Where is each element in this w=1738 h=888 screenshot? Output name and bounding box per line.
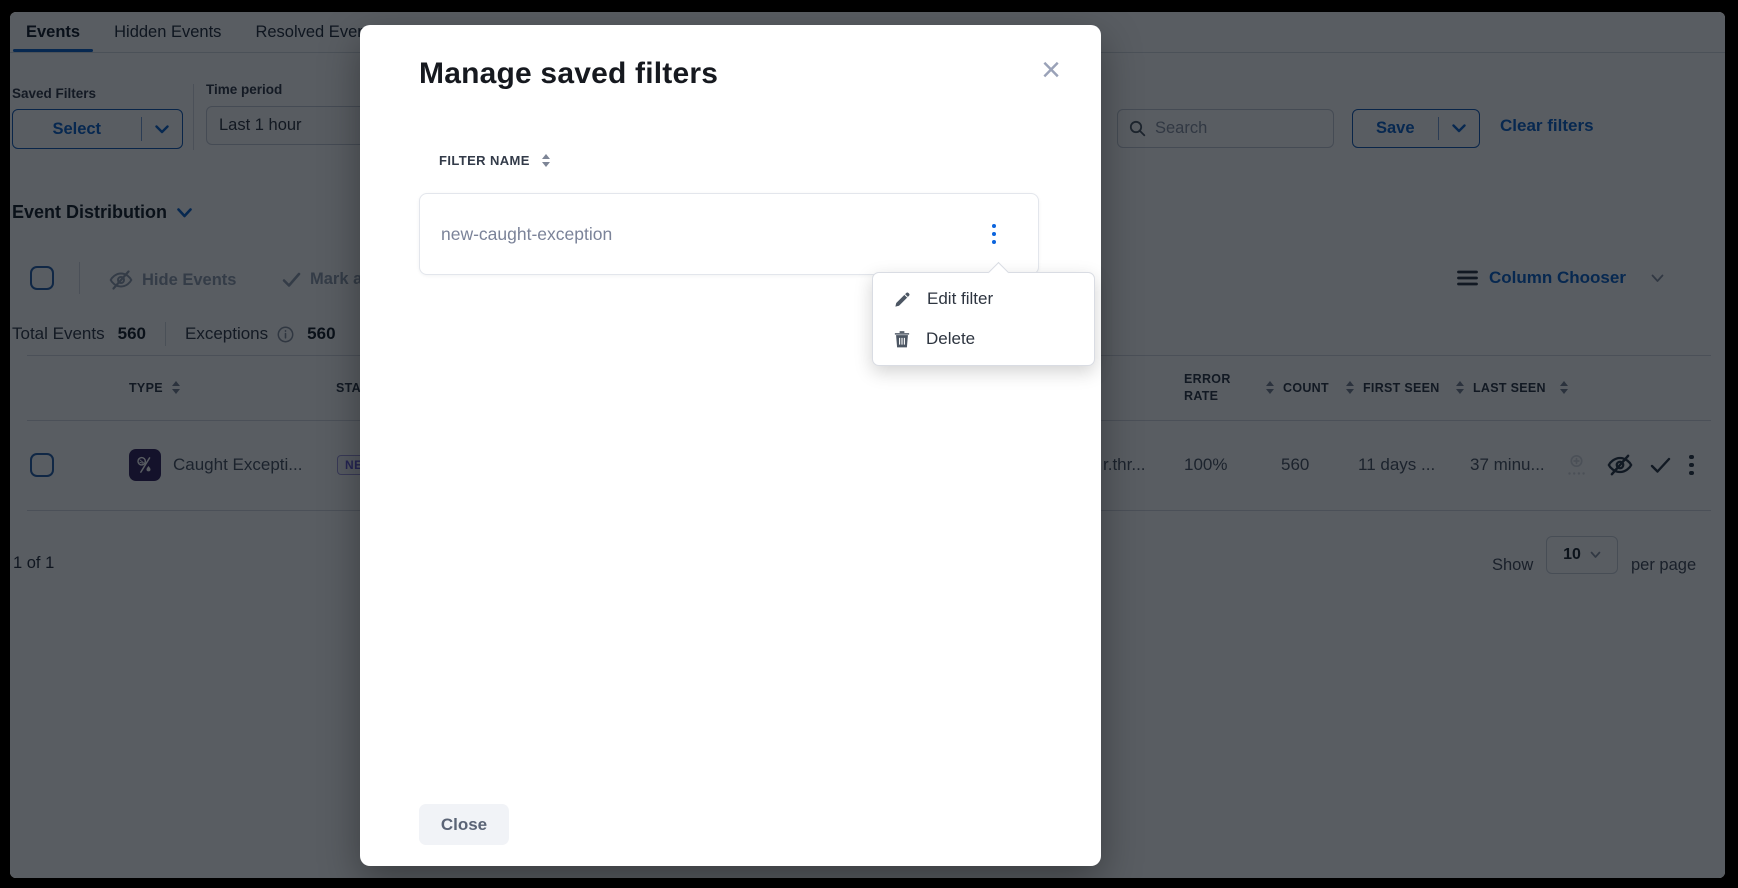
saved-filter-name: new-caught-exception	[441, 224, 988, 245]
delete-filter-menu-item[interactable]: Delete	[873, 319, 1094, 359]
edit-filter-label: Edit filter	[927, 289, 993, 309]
delete-filter-label: Delete	[926, 329, 975, 349]
edit-filter-menu-item[interactable]: Edit filter	[873, 279, 1094, 319]
close-button[interactable]: Close	[419, 804, 509, 845]
manage-saved-filters-modal: Manage saved filters × FILTER NAME new-c…	[360, 25, 1101, 866]
pencil-icon	[893, 290, 912, 309]
filter-context-menu: Edit filter Delete	[872, 272, 1095, 366]
filter-name-column-header[interactable]: FILTER NAME	[439, 153, 550, 168]
app-window: Events Hidden Events Resolved Events Sav…	[0, 0, 1738, 888]
trash-icon	[893, 330, 911, 349]
saved-filter-row: new-caught-exception	[419, 193, 1039, 275]
close-icon[interactable]: ×	[1035, 47, 1067, 93]
filter-name-header-label: FILTER NAME	[439, 153, 530, 168]
modal-title: Manage saved filters	[419, 57, 718, 91]
filter-kebab-menu-icon[interactable]	[988, 220, 1001, 249]
sort-icon[interactable]	[542, 154, 550, 167]
